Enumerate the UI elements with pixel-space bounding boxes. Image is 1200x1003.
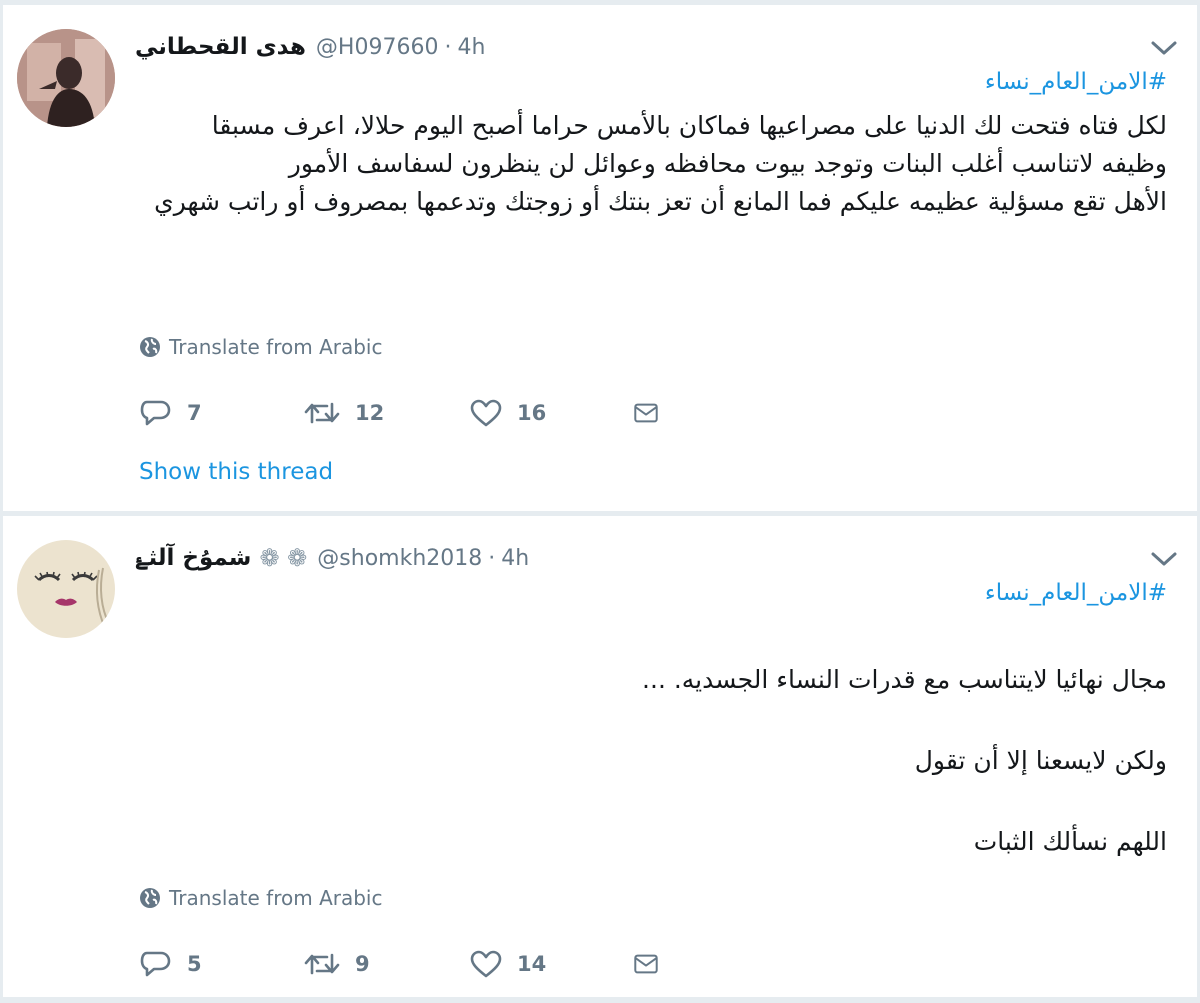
like-count: 16 [517, 401, 547, 425]
retweet-button[interactable]: 9 [303, 944, 469, 984]
reply-count: 5 [187, 952, 202, 976]
translate-button[interactable]: Translate from Arabic [139, 335, 382, 359]
timestamp[interactable]: 4h [457, 35, 485, 60]
globe-icon [140, 337, 160, 357]
reply-button[interactable]: 5 [139, 944, 303, 984]
retweet-icon [304, 402, 340, 424]
reply-button[interactable]: 7 [139, 393, 303, 433]
reply-icon [140, 951, 171, 977]
tweet-actions: 5 9 14 [139, 944, 673, 984]
globe-icon [140, 888, 160, 908]
retweet-icon [304, 953, 340, 975]
separator: · [488, 545, 496, 571]
timestamp[interactable]: 4h [501, 546, 529, 571]
direct-message-button[interactable] [633, 944, 673, 984]
hashtag-link[interactable]: #الامن_العام_نساء [985, 580, 1167, 606]
avatar[interactable] [17, 540, 115, 638]
translate-button[interactable]: Translate from Arabic [139, 886, 382, 910]
envelope-icon [634, 954, 658, 974]
retweet-count: 12 [355, 401, 385, 425]
tweet[interactable]: شمۇخ آلثۓ ❁ ❁ @shomkh2018 · 4h #الامن_ال… [2, 515, 1198, 998]
show-thread-link[interactable]: Show this thread [139, 459, 333, 485]
tweet-text-paragraph: لكل فتاه فتحت لك الدنيا على مصراعيها فما… [211, 111, 1167, 178]
direct-message-button[interactable] [633, 393, 673, 433]
tweet-text-paragraph: ولكن لايسعنا إلا أن تقول [914, 746, 1167, 775]
tweet-actions: 7 12 16 [139, 393, 673, 433]
tweet-header: هدى القحطاني @H097660 · 4h [135, 29, 485, 65]
avatar[interactable] [17, 29, 115, 127]
display-name[interactable]: هدى القحطاني [135, 34, 306, 60]
tweet-text-paragraph: اللهم نسألك الثبات [973, 827, 1167, 856]
reply-count: 7 [187, 401, 202, 425]
tweet-text-paragraph: مجال نهائيا لايتناسب مع قدرات النساء الج… [642, 665, 1167, 694]
chevron-down-icon[interactable] [1149, 548, 1179, 570]
hashtag-link[interactable]: #الامن_العام_نساء [985, 69, 1167, 95]
like-count: 14 [517, 952, 547, 976]
like-button[interactable]: 14 [469, 944, 633, 984]
heart-icon [470, 950, 502, 978]
translate-label: Translate from Arabic [169, 335, 383, 359]
display-name[interactable]: شمۇخ آلثۓ [135, 545, 251, 571]
timeline: هدى القحطاني @H097660 · 4h #الامن_العام_… [0, 0, 1200, 1003]
username[interactable]: @shomkh2018 [317, 546, 482, 571]
retweet-button[interactable]: 12 [303, 393, 469, 433]
chevron-down-icon[interactable] [1149, 37, 1179, 59]
retweet-count: 9 [355, 952, 370, 976]
reply-icon [140, 400, 171, 426]
tweet-text-paragraph: الأهل تقع مسؤلية عظيمه عليكم فما المانع … [154, 187, 1167, 216]
tweet[interactable]: هدى القحطاني @H097660 · 4h #الامن_العام_… [2, 4, 1198, 512]
tweet-header: شمۇخ آلثۓ ❁ ❁ @shomkh2018 · 4h [135, 540, 529, 576]
heart-icon [470, 399, 502, 427]
separator: · [444, 34, 452, 60]
username[interactable]: @H097660 [316, 35, 439, 60]
name-badges: ❁ ❁ [259, 544, 308, 572]
like-button[interactable]: 16 [469, 393, 633, 433]
envelope-icon [634, 403, 658, 423]
tweet-text: لكل فتاه فتحت لك الدنيا على مصراعيها فما… [153, 107, 1167, 221]
translate-label: Translate from Arabic [169, 886, 383, 910]
